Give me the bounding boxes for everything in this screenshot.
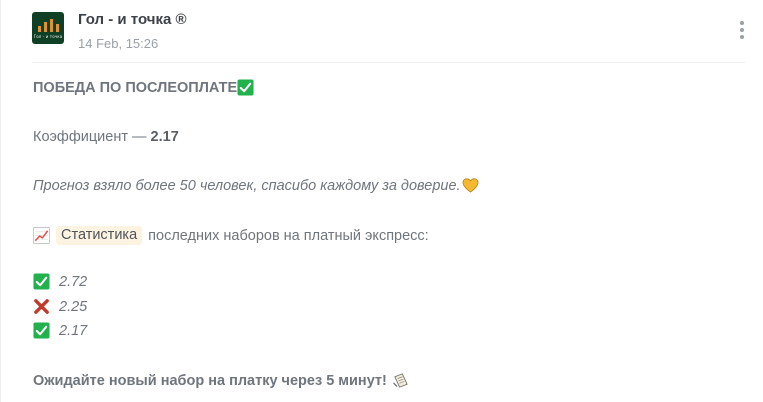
stats-line: Статистика последних наборов на платный … <box>33 226 429 245</box>
avatar-logo-icon <box>37 19 59 32</box>
rolled-up-newspaper-icon <box>392 372 409 389</box>
result-item: 2.17 <box>33 322 87 339</box>
channel-post: Гол - и точка Гол - и точка ® 14 Feb, 15… <box>0 0 763 402</box>
result-item: 2.25 <box>33 298 87 315</box>
result-item: 2.72 <box>33 273 87 290</box>
channel-avatar[interactable]: Гол - и точка <box>32 12 64 44</box>
stats-text: последних наборов на платный экспресс: <box>148 227 429 244</box>
odds-value: 2.17 <box>150 129 179 145</box>
check-mark-icon <box>33 322 50 339</box>
thanks-text: Прогноз взяло более 50 человек, спасибо … <box>33 177 461 194</box>
avatar-logo-text: Гол - и точка <box>33 34 63 39</box>
odds-line: Коэффициент — 2.17 <box>33 129 179 145</box>
check-mark-icon <box>237 79 254 96</box>
result-value: 2.17 <box>59 322 88 339</box>
cross-mark-icon <box>33 298 50 315</box>
channel-name[interactable]: Гол - и точка ® <box>78 11 187 28</box>
post-headline: ПОБЕДА ПО ПОСЛЕОПЛАТЕ <box>33 79 254 96</box>
result-value: 2.72 <box>59 273 88 290</box>
post-timestamp: 14 Feb, 15:26 <box>78 36 159 51</box>
header-divider <box>32 62 745 63</box>
footer-text: Ожидайте новый набор на платку через 5 м… <box>33 372 387 389</box>
yellow-heart-icon <box>462 177 479 194</box>
thanks-line: Прогноз взяло более 50 человек, спасибо … <box>33 177 479 194</box>
check-mark-icon <box>33 273 50 290</box>
odds-label: Коэффициент — <box>33 129 151 145</box>
chart-increasing-icon <box>33 227 50 244</box>
headline-text: ПОБЕДА ПО ПОСЛЕОПЛАТЕ <box>33 79 238 96</box>
footer-line: Ожидайте новый набор на платку через 5 м… <box>33 372 409 389</box>
stats-tag[interactable]: Статистика <box>56 226 143 245</box>
more-vertical-icon[interactable] <box>736 19 748 41</box>
result-value: 2.25 <box>59 298 88 315</box>
